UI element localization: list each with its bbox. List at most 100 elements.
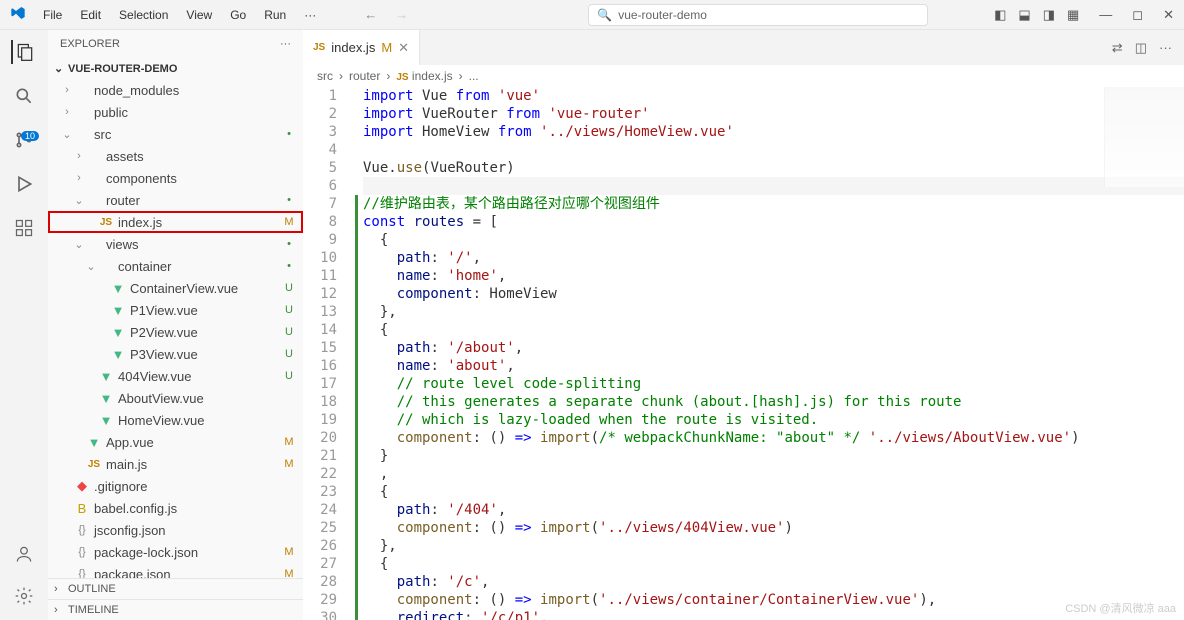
explorer-icon[interactable] (11, 40, 35, 64)
more-icon[interactable]: ··· (280, 38, 291, 50)
tree-item-public[interactable]: ›public (48, 101, 303, 123)
code-line-25[interactable]: component: () => import('../views/404Vie… (363, 519, 1184, 537)
babel-icon: B (74, 501, 90, 516)
project-name: VUE-ROUTER-DEMO (68, 63, 177, 75)
tree-item-main-js[interactable]: JSmain.jsM (48, 453, 303, 475)
code-line-3[interactable]: import HomeView from '../views/HomeView.… (363, 123, 1184, 141)
code-line-10[interactable]: path: '/', (363, 249, 1184, 267)
code-line-22[interactable]: , (363, 465, 1184, 483)
breadcrumb-...[interactable]: ... (469, 69, 479, 83)
settings-gear-icon[interactable] (12, 584, 36, 608)
compare-icon[interactable]: ⇄ (1112, 40, 1123, 56)
code-line-7[interactable]: //维护路由表，某个路由路径对应哪个视图组件 (363, 195, 1184, 213)
code-line-17[interactable]: // route level code-splitting (363, 375, 1184, 393)
tree-item-404View-vue[interactable]: ▼404View.vueU (48, 365, 303, 387)
tree-item-assets[interactable]: ›assets (48, 145, 303, 167)
menu-selection[interactable]: Selection (111, 4, 176, 26)
layout-bottom-icon[interactable]: ⬓ (1018, 7, 1030, 23)
code-line-8[interactable]: const routes = [ (363, 213, 1184, 231)
nav-arrows: ← → (364, 7, 408, 22)
tree-item-components[interactable]: ›components (48, 167, 303, 189)
code-line-13[interactable]: }, (363, 303, 1184, 321)
tree-item-App-vue[interactable]: ▼App.vueM (48, 431, 303, 453)
code-line-20[interactable]: component: () => import(/* webpackChunkN… (363, 429, 1184, 447)
breadcrumb-index.js[interactable]: JS index.js (396, 69, 452, 83)
extensions-icon[interactable] (12, 216, 36, 240)
editor-area: JS index.js M ✕ ⇄ ◫ ··· src›router›JS in… (303, 30, 1184, 620)
minimize-icon[interactable]: — (1099, 7, 1112, 23)
close-icon[interactable]: ✕ (1163, 7, 1174, 23)
tree-item-jsconfig-json[interactable]: {}jsconfig.json (48, 519, 303, 541)
tree-item-babel-config-js[interactable]: Bbabel.config.js (48, 497, 303, 519)
tree-item-container[interactable]: ⌄container• (48, 255, 303, 277)
tree-item-router[interactable]: ⌄router• (48, 189, 303, 211)
search-activity-icon[interactable] (12, 84, 36, 108)
layout-left-icon[interactable]: ◧ (994, 7, 1006, 23)
breadcrumb-router[interactable]: router (349, 69, 380, 83)
code-line-15[interactable]: path: '/about', (363, 339, 1184, 357)
timeline-section[interactable]: ›TIMELINE (48, 599, 303, 620)
tree-item--gitignore[interactable]: ◆.gitignore (48, 475, 303, 497)
layout-custom-icon[interactable]: ▦ (1067, 7, 1079, 23)
code-line-11[interactable]: name: 'home', (363, 267, 1184, 285)
code-line-21[interactable]: } (363, 447, 1184, 465)
code-editor[interactable]: 1234567891011121314151617181920212223242… (303, 87, 1184, 620)
tree-item-package-lock-json[interactable]: {}package-lock.jsonM (48, 541, 303, 563)
tree-item-index-js[interactable]: JSindex.jsM (48, 211, 303, 233)
menu-···[interactable]: ··· (296, 4, 324, 26)
code-line-12[interactable]: component: HomeView (363, 285, 1184, 303)
nav-forward-icon[interactable]: → (395, 7, 408, 22)
code-line-2[interactable]: import VueRouter from 'vue-router' (363, 105, 1184, 123)
tree-item-node_modules[interactable]: ›node_modules (48, 79, 303, 101)
code-line-6[interactable] (363, 177, 1184, 195)
command-center[interactable]: 🔍 vue-router-demo (588, 4, 928, 26)
layout-right-icon[interactable]: ◨ (1043, 7, 1055, 23)
scm-icon[interactable]: 10 (12, 128, 36, 152)
code-line-19[interactable]: // which is lazy-loaded when the route i… (363, 411, 1184, 429)
split-icon[interactable]: ◫ (1135, 40, 1147, 56)
nav-back-icon[interactable]: ← (364, 7, 377, 22)
breadcrumb[interactable]: src›router›JS index.js›... (303, 65, 1184, 87)
menu-edit[interactable]: Edit (72, 4, 109, 26)
outline-section[interactable]: ›OUTLINE (48, 578, 303, 599)
menu-file[interactable]: File (35, 4, 70, 26)
minimap[interactable] (1104, 87, 1184, 187)
code-line-1[interactable]: import Vue from 'vue' (363, 87, 1184, 105)
code-line-9[interactable]: { (363, 231, 1184, 249)
code-content[interactable]: import Vue from 'vue'import VueRouter fr… (353, 87, 1184, 620)
code-line-26[interactable]: }, (363, 537, 1184, 555)
code-line-30[interactable]: redirect: '/c/p1', (363, 609, 1184, 620)
menu-go[interactable]: Go (222, 4, 254, 26)
menu-view[interactable]: View (178, 4, 220, 26)
tree-item-AboutView-vue[interactable]: ▼AboutView.vue (48, 387, 303, 409)
tree-item-package-json[interactable]: {}package.jsonM (48, 563, 303, 578)
tree-item-P3View-vue[interactable]: ▼P3View.vueU (48, 343, 303, 365)
tab-close-icon[interactable]: ✕ (398, 40, 409, 56)
vue-icon: ▼ (110, 325, 126, 340)
code-line-23[interactable]: { (363, 483, 1184, 501)
tree-item-HomeView-vue[interactable]: ▼HomeView.vue (48, 409, 303, 431)
debug-icon[interactable] (12, 172, 36, 196)
breadcrumb-src[interactable]: src (317, 69, 333, 83)
code-line-14[interactable]: { (363, 321, 1184, 339)
project-header[interactable]: ⌄ VUE-ROUTER-DEMO (48, 58, 303, 79)
code-line-27[interactable]: { (363, 555, 1184, 573)
code-line-29[interactable]: component: () => import('../views/contai… (363, 591, 1184, 609)
code-line-16[interactable]: name: 'about', (363, 357, 1184, 375)
tree-item-ContainerView-vue[interactable]: ▼ContainerView.vueU (48, 277, 303, 299)
code-line-24[interactable]: path: '/404', (363, 501, 1184, 519)
code-line-28[interactable]: path: '/c', (363, 573, 1184, 591)
code-line-4[interactable] (363, 141, 1184, 159)
sidebar-header: EXPLORER ··· (48, 30, 303, 58)
tree-item-P1View-vue[interactable]: ▼P1View.vueU (48, 299, 303, 321)
menu-run[interactable]: Run (256, 4, 294, 26)
more-actions-icon[interactable]: ··· (1159, 40, 1172, 56)
tab-index-js[interactable]: JS index.js M ✕ (303, 30, 420, 65)
tree-item-views[interactable]: ⌄views• (48, 233, 303, 255)
account-icon[interactable] (12, 542, 36, 566)
code-line-18[interactable]: // this generates a separate chunk (abou… (363, 393, 1184, 411)
tree-item-P2View-vue[interactable]: ▼P2View.vueU (48, 321, 303, 343)
tree-item-src[interactable]: ⌄src• (48, 123, 303, 145)
maximize-icon[interactable]: ◻ (1132, 7, 1143, 23)
code-line-5[interactable]: Vue.use(VueRouter) (363, 159, 1184, 177)
